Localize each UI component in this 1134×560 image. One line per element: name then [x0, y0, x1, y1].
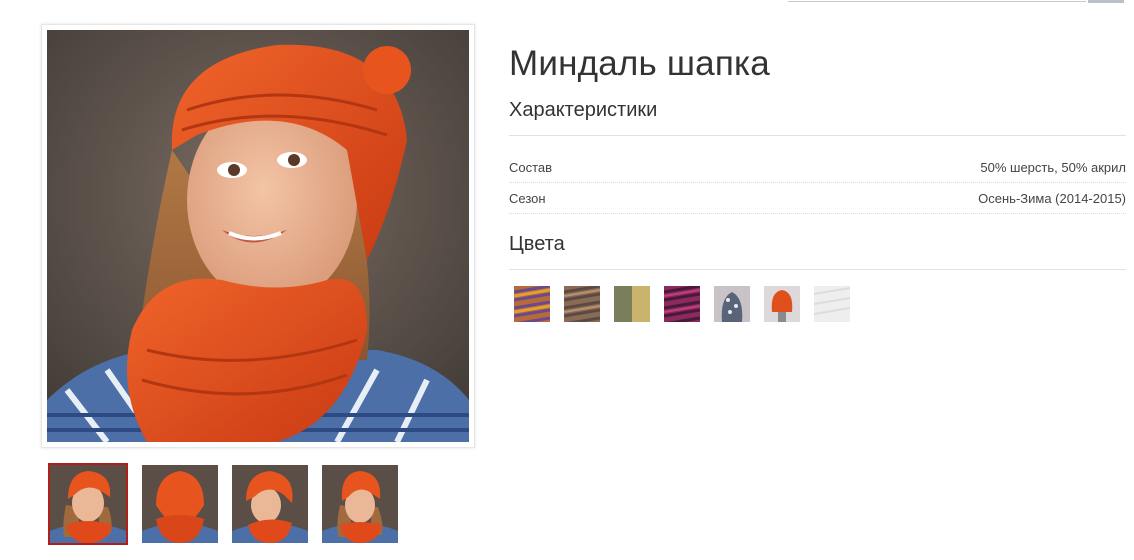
- main-product-image[interactable]: [41, 24, 475, 448]
- thumbnail-3[interactable]: [232, 465, 308, 543]
- color-swatch-4[interactable]: [664, 286, 700, 322]
- color-swatch-1[interactable]: [514, 286, 550, 322]
- photo-girl-in-orange-hat: [47, 30, 469, 442]
- swatch-olive-mustard: [614, 286, 650, 322]
- spec-label: Сезон: [509, 191, 546, 206]
- product-page: Миндаль шапка Характеристики Состав 50% …: [0, 0, 1134, 560]
- characteristics-heading: Характеристики: [509, 99, 658, 121]
- swatch-brown-yarn: [564, 286, 600, 322]
- spec-row-season: Сезон Осень-Зима (2014-2015): [509, 183, 1126, 214]
- divider: [509, 135, 1126, 136]
- swatch-berry-yarn: [664, 286, 700, 322]
- color-swatch-6[interactable]: [764, 286, 800, 322]
- spec-value: Осень-Зима (2014-2015): [978, 191, 1126, 206]
- thumbnail-1[interactable]: [48, 463, 128, 545]
- thumbnail-photo-back: [142, 465, 218, 543]
- search-button[interactable]: [1088, 0, 1124, 3]
- color-swatch-7[interactable]: [814, 286, 850, 322]
- product-title: Миндаль шапка: [509, 44, 770, 83]
- swatch-multicolor-yarn: [514, 286, 550, 322]
- color-swatch-5[interactable]: [714, 286, 750, 322]
- product-photo: [47, 30, 469, 442]
- thumbnail-photo-side: [232, 465, 308, 543]
- swatch-white-yarn: [814, 286, 850, 322]
- color-swatch-3[interactable]: [614, 286, 650, 322]
- search-input[interactable]: [788, 0, 1086, 2]
- swatch-orange-hat: [764, 286, 800, 322]
- thumbnail-2[interactable]: [142, 465, 218, 543]
- color-swatch-2[interactable]: [564, 286, 600, 322]
- thumbnail-4[interactable]: [322, 465, 398, 543]
- spec-row-composition: Состав 50% шерсть, 50% акрил: [509, 152, 1126, 183]
- spec-label: Состав: [509, 160, 553, 175]
- thumbnail-photo-front-2: [322, 465, 398, 543]
- spec-value: 50% шерсть, 50% акрил: [980, 160, 1126, 175]
- divider: [509, 269, 1126, 270]
- swatch-grey-blue-hat: [714, 286, 750, 322]
- colors-heading: Цвета: [509, 233, 565, 255]
- thumbnail-photo-front: [50, 465, 126, 543]
